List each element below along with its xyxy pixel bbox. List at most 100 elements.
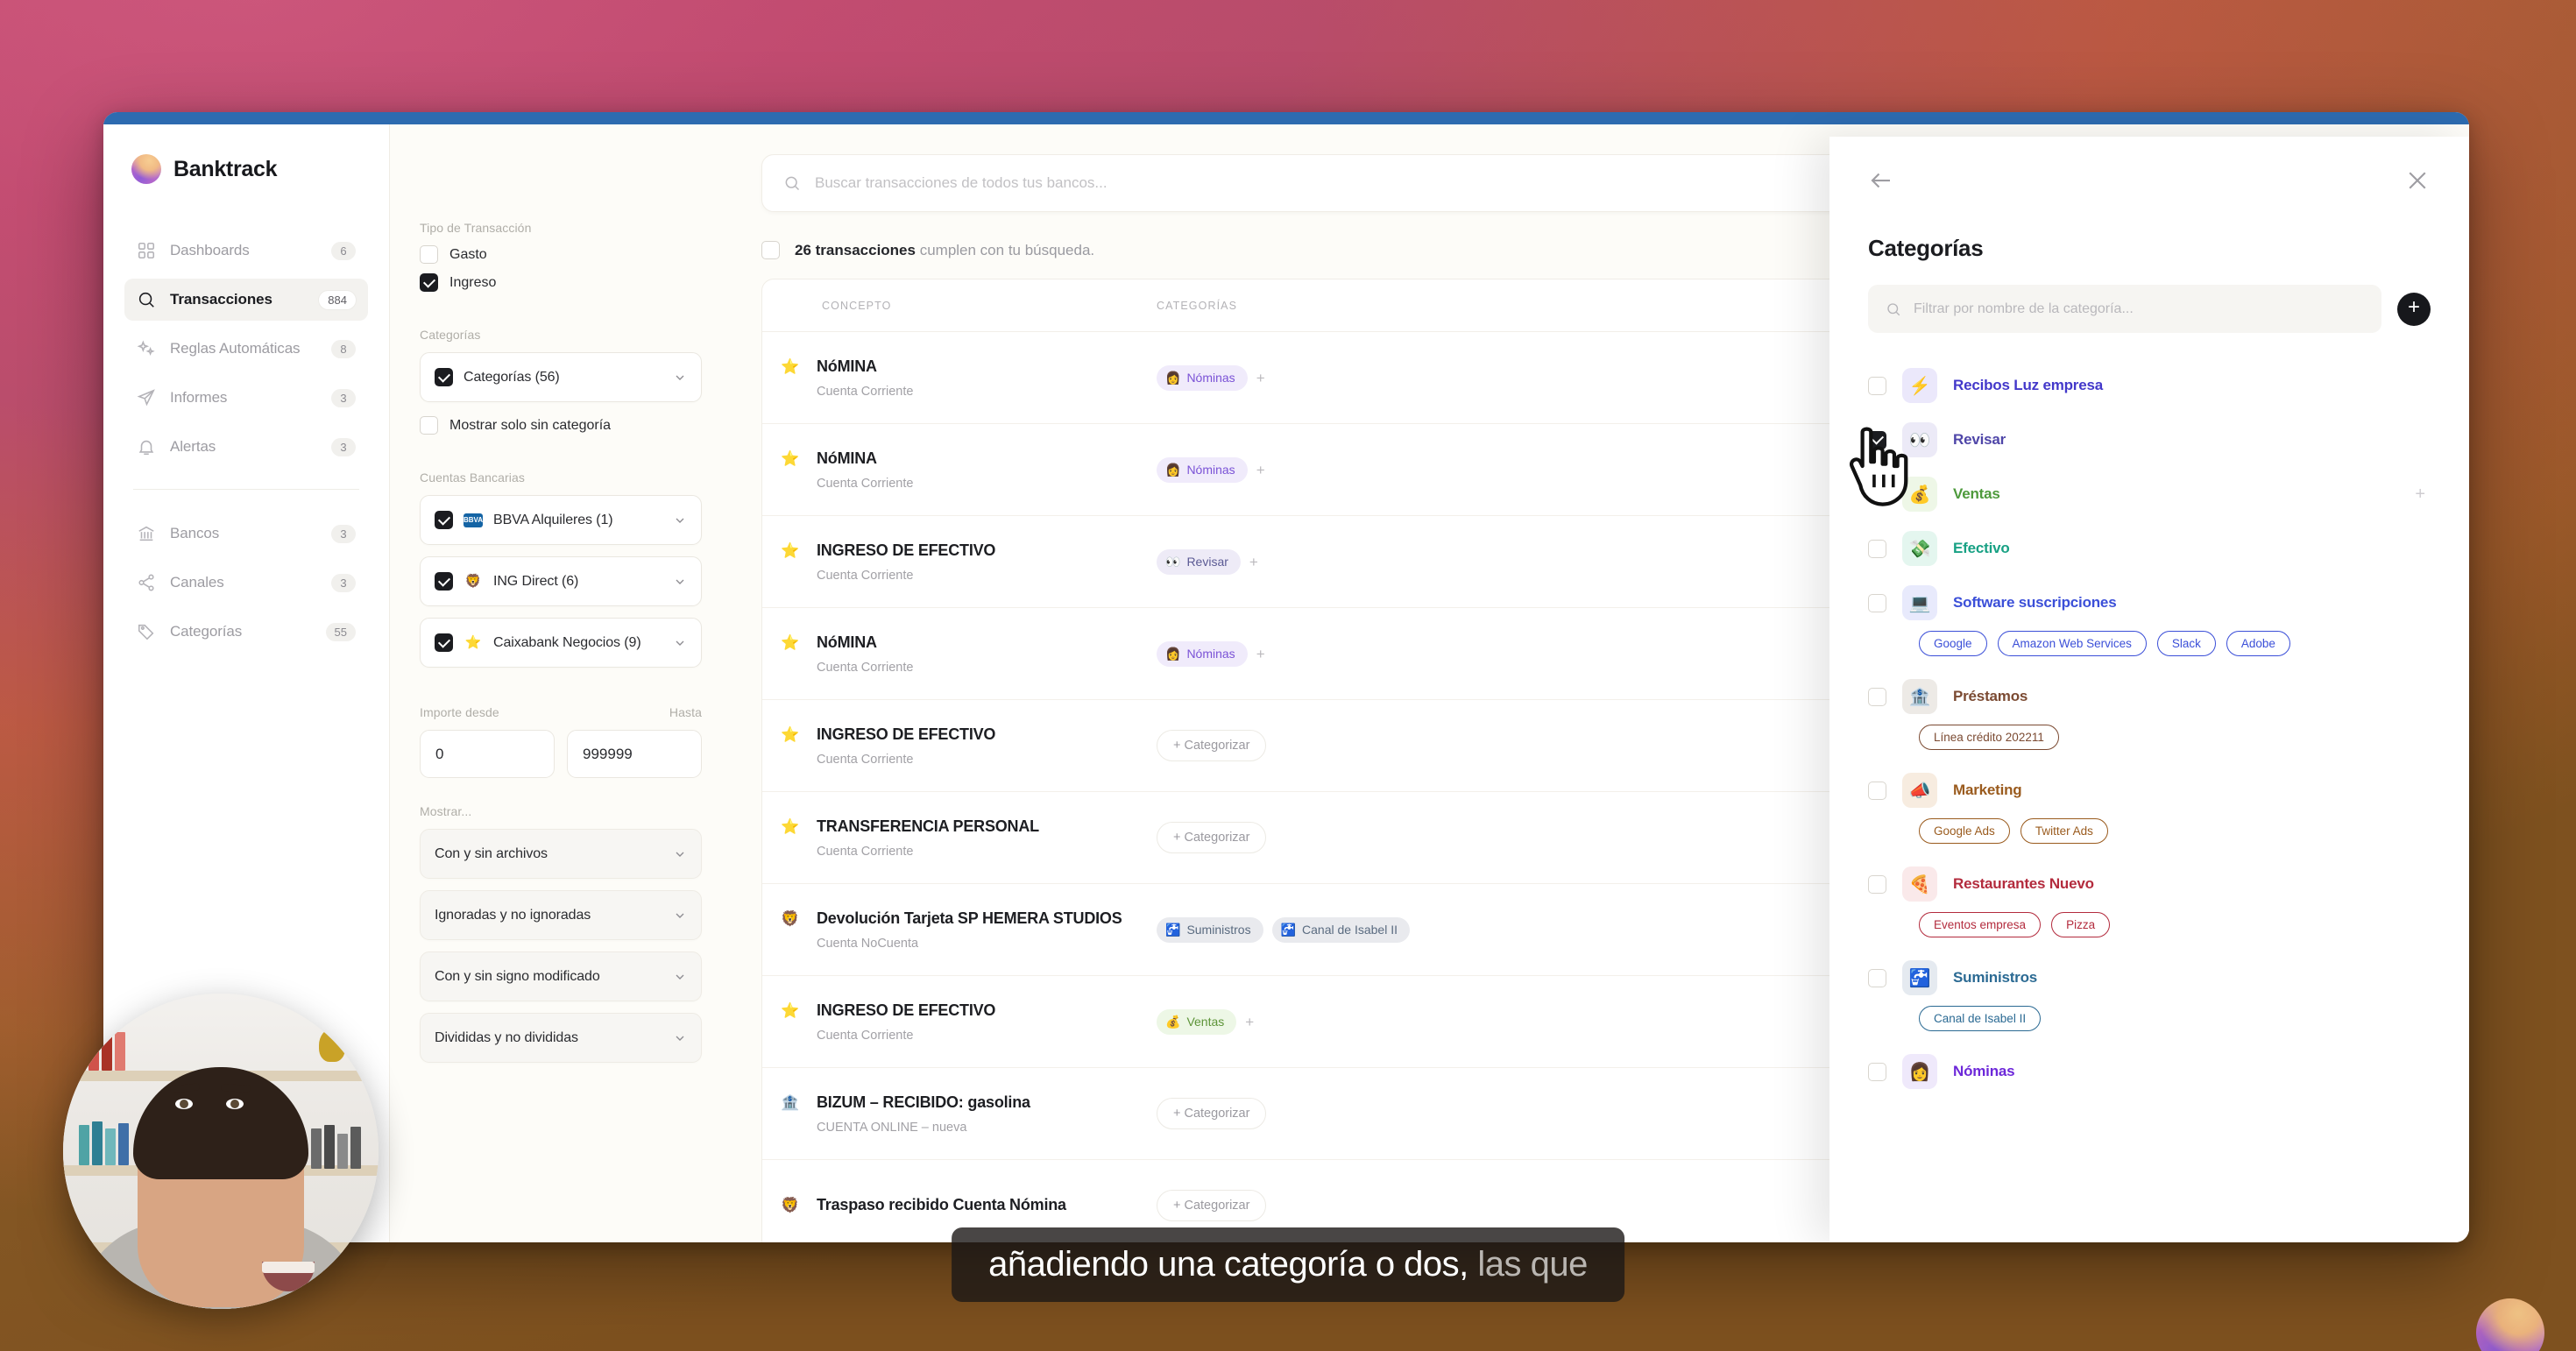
category-tag[interactable]: Google Ads bbox=[1919, 818, 2010, 844]
checkbox-cuenta-bbva[interactable] bbox=[435, 511, 453, 529]
close-icon[interactable] bbox=[2404, 167, 2431, 194]
add-category-inline-button[interactable]: + bbox=[1245, 1015, 1254, 1029]
sidebar-item-bancos[interactable]: Bancos 3 bbox=[124, 513, 368, 555]
categorize-button[interactable]: + Categorizar bbox=[1157, 730, 1267, 761]
sidebar-item-informes[interactable]: Informes 3 bbox=[124, 377, 368, 419]
arrow-left-icon[interactable] bbox=[1868, 167, 1894, 194]
category-row[interactable]: 👀 Revisar bbox=[1868, 415, 2431, 464]
select-all-checkbox[interactable] bbox=[761, 241, 780, 259]
add-category-inline-button[interactable]: + bbox=[1256, 647, 1265, 661]
chevron-down-icon bbox=[673, 1031, 687, 1045]
checkbox-gasto[interactable] bbox=[420, 245, 438, 264]
category-checkbox[interactable] bbox=[1868, 593, 1886, 612]
bank-icon bbox=[137, 524, 156, 543]
mostrar-select-divididas[interactable]: Divididas y no divididas bbox=[420, 1013, 702, 1063]
category-row[interactable]: 💰 Ventas + bbox=[1868, 470, 2431, 519]
add-category-inline-button[interactable]: + bbox=[1256, 371, 1265, 385]
category-checkbox[interactable] bbox=[1868, 485, 1886, 504]
filter-checkbox-ingreso[interactable]: Ingreso bbox=[420, 273, 702, 292]
cuenta-select-ing[interactable]: 🦁 ING Direct (6) bbox=[420, 556, 702, 606]
category-checkbox[interactable] bbox=[1868, 781, 1886, 800]
filter-checkbox-gasto[interactable]: Gasto bbox=[420, 245, 702, 264]
category-row[interactable]: 🚰 Suministros bbox=[1868, 953, 2431, 1002]
importe-desde-input[interactable]: 0 bbox=[420, 730, 555, 778]
category-tag[interactable]: Pizza bbox=[2051, 912, 2111, 937]
category-tag[interactable]: Adobe bbox=[2226, 631, 2290, 656]
checkbox-cuenta-caixabank[interactable] bbox=[435, 633, 453, 652]
cuenta-select-bbva[interactable]: BBVA BBVA Alquileres (1) bbox=[420, 495, 702, 545]
category-pill[interactable]: 👩 Nóminas bbox=[1157, 640, 1248, 667]
category-tag[interactable]: Twitter Ads bbox=[2020, 818, 2108, 844]
filter-label-sin-categoria: Mostrar solo sin categoría bbox=[449, 417, 612, 433]
category-pill[interactable]: 👀 Revisar bbox=[1157, 548, 1241, 575]
sidebar-item-badge: 3 bbox=[331, 388, 356, 407]
categorize-button[interactable]: + Categorizar bbox=[1157, 1190, 1267, 1221]
cuenta-select-caixabank[interactable]: ⭐ Caixabank Negocios (9) bbox=[420, 618, 702, 668]
category-tag[interactable]: Eventos empresa bbox=[1919, 912, 2042, 937]
category-filter-input[interactable] bbox=[1914, 301, 2364, 317]
sidebar-item-canales[interactable]: Canales 3 bbox=[124, 562, 368, 604]
drawer-search-row: + bbox=[1868, 285, 2431, 333]
category-row[interactable]: 📣 Marketing bbox=[1868, 766, 2431, 815]
checkbox-categorias[interactable] bbox=[435, 368, 453, 386]
filter-checkbox-sin-categoria[interactable]: Mostrar solo sin categoría bbox=[420, 416, 702, 435]
checkbox-ingreso[interactable] bbox=[420, 273, 438, 292]
category-pill[interactable]: 💰 Ventas bbox=[1157, 1008, 1237, 1035]
add-category-inline-button[interactable]: + bbox=[1256, 463, 1265, 477]
category-emoji-icon: 👀 bbox=[1902, 422, 1937, 457]
category-filter-field[interactable] bbox=[1868, 285, 2381, 333]
sidebar-item-label: Reglas Automáticas bbox=[170, 340, 301, 357]
category-row[interactable]: ⚡ Recibos Luz empresa bbox=[1868, 361, 2431, 410]
checkbox-sin-categoria[interactable] bbox=[420, 416, 438, 435]
category-row[interactable]: 💻 Software suscripciones bbox=[1868, 578, 2431, 627]
mostrar-select-archivos[interactable]: Con y sin archivos bbox=[420, 829, 702, 879]
category-checkbox[interactable] bbox=[1868, 539, 1886, 558]
webcam-overlay bbox=[63, 994, 379, 1309]
importe-hasta-input[interactable]: 999999 bbox=[567, 730, 702, 778]
subtitle-upcoming: las que bbox=[1477, 1245, 1588, 1284]
row-title: INGRESO DE EFECTIVO bbox=[817, 1001, 996, 1019]
sidebar-item-reglas-automaticas[interactable]: Reglas Automáticas 8 bbox=[124, 328, 368, 370]
category-tag[interactable]: Slack bbox=[2156, 631, 2216, 656]
sidebar-item-alertas[interactable]: Alertas 3 bbox=[124, 426, 368, 468]
checkbox-cuenta-ing[interactable] bbox=[435, 572, 453, 591]
category-row[interactable]: 🏦 Préstamos bbox=[1868, 672, 2431, 721]
category-checkbox[interactable] bbox=[1868, 968, 1886, 987]
category-tag[interactable]: Google bbox=[1919, 631, 1987, 656]
sidebar-item-categorias[interactable]: Categorías 55 bbox=[124, 611, 368, 653]
category-checkbox[interactable] bbox=[1868, 687, 1886, 706]
category-list-item: 👀 Revisar bbox=[1868, 415, 2431, 464]
category-checkbox[interactable] bbox=[1868, 430, 1886, 449]
category-tag[interactable]: Línea crédito 202211 bbox=[1919, 725, 2059, 750]
categorias-select-label: Categorías (56) bbox=[464, 369, 560, 385]
categorize-button[interactable]: + Categorizar bbox=[1157, 822, 1267, 853]
tag-icon bbox=[137, 622, 156, 641]
sidebar-item-dashboards[interactable]: Dashboards 6 bbox=[124, 230, 368, 272]
add-category-inline-button[interactable]: + bbox=[1249, 555, 1258, 569]
add-category-button[interactable]: + bbox=[2397, 292, 2431, 326]
mostrar-select-signo[interactable]: Con y sin signo modificado bbox=[420, 951, 702, 1001]
category-pill[interactable]: 🚰 Canal de Isabel II bbox=[1271, 916, 1410, 943]
sidebar-item-badge: 6 bbox=[331, 241, 356, 260]
category-row[interactable]: 👩 Nóminas bbox=[1868, 1047, 2431, 1096]
mostrar-select-ignoradas[interactable]: Ignoradas y no ignoradas bbox=[420, 890, 702, 940]
category-emoji-icon: 🍕 bbox=[1902, 866, 1937, 902]
category-tag[interactable]: Canal de Isabel II bbox=[1919, 1006, 2042, 1031]
categorize-button[interactable]: + Categorizar bbox=[1157, 1098, 1267, 1129]
category-tag[interactable]: Amazon Web Services bbox=[1997, 631, 2147, 656]
category-checkbox[interactable] bbox=[1868, 874, 1886, 894]
filter-label-gasto: Gasto bbox=[449, 246, 487, 262]
add-subcategory-button[interactable]: + bbox=[2415, 485, 2431, 503]
category-row[interactable]: 💸 Efectivo bbox=[1868, 524, 2431, 573]
category-row[interactable]: 🍕 Restaurantes Nuevo bbox=[1868, 859, 2431, 909]
category-pill[interactable]: 👩 Nóminas bbox=[1157, 364, 1248, 391]
category-pill[interactable]: 👩 Nóminas bbox=[1157, 456, 1248, 483]
categorias-select[interactable]: Categorías (56) bbox=[420, 352, 702, 402]
category-pill[interactable]: 🚰 Suministros bbox=[1157, 916, 1263, 943]
category-checkbox[interactable] bbox=[1868, 376, 1886, 395]
row-concept-cell: ⭐ INGRESO DE EFECTIVO Cuenta Corriente bbox=[762, 725, 1157, 767]
sidebar-item-badge: 55 bbox=[325, 622, 356, 641]
category-list-item: 🚰 Suministros Canal de Isabel II bbox=[1868, 953, 2431, 1042]
category-checkbox[interactable] bbox=[1868, 1062, 1886, 1081]
sidebar-item-transacciones[interactable]: Transacciones 884 bbox=[124, 279, 368, 321]
